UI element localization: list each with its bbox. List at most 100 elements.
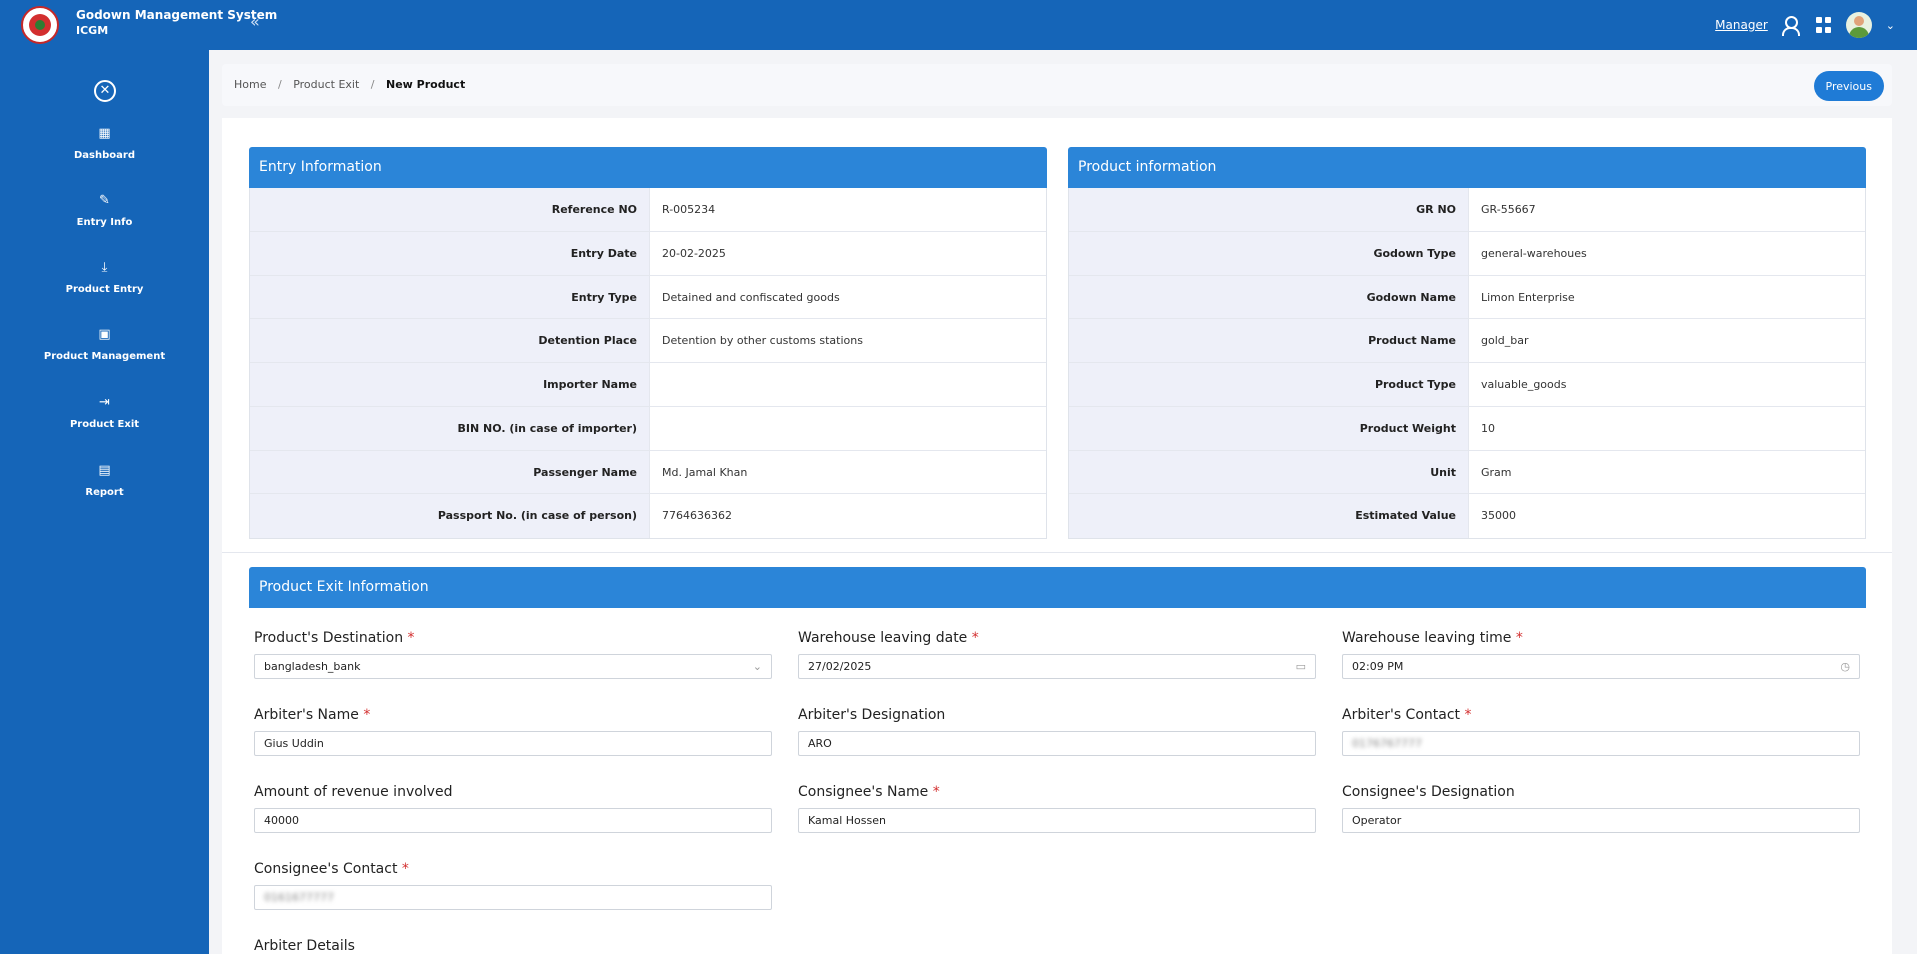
breadcrumb-current: New Product — [386, 78, 466, 91]
consignee-contact-label: Consignee's Contact * — [254, 861, 409, 877]
sidebar-item-product-entry[interactable]: ⤓ Product Entry — [0, 261, 209, 296]
row-value: R-005234 — [662, 203, 716, 216]
table-row: Entry Date 20-02-2025 — [250, 231, 1046, 276]
table-row: Reference NO R-005234 — [250, 188, 1046, 232]
row-value: 7764636362 — [662, 509, 732, 523]
double-chevron-left-icon[interactable]: « — [250, 12, 260, 31]
section-divider — [222, 552, 1892, 553]
consignee-name-input[interactable]: Kamal Hossen — [798, 808, 1316, 833]
row-label: Unit — [1069, 450, 1469, 494]
table-row: Godown Type general-warehoues — [1069, 231, 1865, 276]
leaving-time-input[interactable]: 02:09 PM ◷ — [1342, 654, 1860, 679]
row-label: Entry Date — [250, 231, 650, 275]
consignee-designation-label: Consignee's Designation — [1342, 784, 1515, 800]
table-row: Product Type valuable_goods — [1069, 363, 1865, 407]
row-label: Passenger Name — [250, 450, 650, 494]
row-label: Importer Name — [250, 363, 650, 406]
calendar-icon[interactable]: ▭ — [1296, 655, 1306, 678]
row-label: Product Type — [1069, 363, 1469, 406]
arbiter-name-label: Arbiter's Name * — [254, 707, 371, 723]
table-row: Passport No. (in case of person) 77646363… — [250, 494, 1046, 538]
row-value: Detention by other customs stations — [662, 334, 863, 348]
row-label: Reference NO — [250, 188, 650, 231]
government-logo — [21, 6, 59, 44]
main-panel: Entry Information Reference NO R-005234 En… — [222, 118, 1892, 954]
arbiter-contact-input[interactable]: 0176767777 — [1342, 731, 1860, 756]
row-label: Entry Type — [250, 275, 650, 319]
clock-icon[interactable]: ◷ — [1840, 655, 1850, 678]
sidebar-item-entry-info[interactable]: ✎ Entry Info — [0, 193, 209, 229]
breadcrumb-section[interactable]: Product Exit — [293, 78, 359, 91]
breadcrumb-home[interactable]: Home — [234, 78, 266, 91]
table-row: Importer Name — [250, 363, 1046, 407]
table-row: Unit Gram — [1069, 450, 1865, 495]
table-row: GR NO GR-55667 — [1069, 188, 1865, 232]
row-label: Godown Name — [1069, 275, 1469, 319]
breadcrumb: Home / Product Exit / New Product — [234, 78, 466, 91]
row-value: Md. Jamal Khan — [662, 465, 748, 479]
report-icon: ▤ — [98, 463, 111, 478]
row-value: Detained and confiscated goods — [662, 290, 840, 304]
product-info-table: GR NO GR-55667 Godown Type general-warehoue… — [1068, 188, 1866, 539]
dashboard-icon: ▦ — [98, 126, 111, 141]
arbiter-name-input[interactable]: Gius Uddin — [254, 731, 772, 756]
row-label: BIN NO. (in case of importer) — [250, 406, 650, 450]
sidebar-item-product-management[interactable]: ▣ Product Management — [0, 327, 209, 363]
sidebar-item-report[interactable]: ▤ Report — [0, 463, 209, 499]
table-row: Estimated Value 35000 — [1069, 494, 1865, 538]
row-label: Passport No. (in case of person) — [250, 494, 650, 538]
table-row: Product Weight 10 — [1069, 406, 1865, 451]
leaving-date-label: Warehouse leaving date * — [798, 630, 979, 646]
table-row: Entry Type Detained and confiscated goods — [250, 275, 1046, 320]
arbiter-details-label: Arbiter Details — [254, 938, 355, 954]
apps-grid-icon[interactable] — [1815, 17, 1832, 33]
revenue-input[interactable]: 40000 — [254, 808, 772, 833]
switch-user-icon[interactable] — [1781, 15, 1802, 36]
role-link[interactable]: Manager — [1715, 18, 1768, 32]
row-value: valuable_goods — [1481, 378, 1567, 391]
exit-icon: ⇥ — [99, 395, 110, 410]
previous-button[interactable]: Previous — [1813, 71, 1884, 101]
row-value: Gram — [1481, 465, 1512, 479]
row-label: Product Weight — [1069, 406, 1469, 450]
entry-info-header: Entry Information — [249, 147, 1047, 188]
revenue-label: Amount of revenue involved — [254, 784, 453, 800]
sidebar-item-product-exit[interactable]: ⇥ Product Exit — [0, 395, 209, 431]
consignee-contact-input[interactable]: 0161677777 — [254, 885, 772, 910]
chevron-down-icon[interactable]: ⌄ — [1886, 19, 1895, 32]
top-header: Godown Management System ICGM « Manager … — [0, 0, 1917, 50]
row-value: 35000 — [1481, 509, 1516, 523]
table-row: BIN NO. (in case of importer) — [250, 406, 1046, 451]
arbiter-designation-input[interactable]: ARO — [798, 731, 1316, 756]
chevron-down-icon: ⌄ — [752, 660, 762, 673]
row-label: GR NO — [1069, 188, 1469, 231]
sidebar: ✕ ▦ Dashboard ✎ Entry Info ⤓ Product Ent… — [0, 50, 209, 954]
row-value: 10 — [1481, 421, 1495, 435]
arbiter-contact-label: Arbiter's Contact * — [1342, 707, 1472, 723]
app-subtitle: ICGM — [76, 24, 109, 37]
leaving-date-input[interactable]: 27/02/2025 ▭ — [798, 654, 1316, 679]
row-label: Estimated Value — [1069, 494, 1469, 538]
table-row: Godown Name Limon Enterprise — [1069, 275, 1865, 320]
row-label: Godown Type — [1069, 231, 1469, 275]
table-row: Product Name gold_bar — [1069, 319, 1865, 363]
edit-icon: ✎ — [99, 193, 110, 208]
app-title: Godown Management System — [76, 8, 278, 22]
consignee-designation-input[interactable]: Operator — [1342, 808, 1860, 833]
row-value: 20-02-2025 — [662, 246, 726, 260]
destination-select[interactable]: bangladesh_bank ⌄ — [254, 654, 772, 679]
product-info-header: Product information — [1068, 147, 1866, 188]
avatar[interactable] — [1845, 12, 1872, 38]
row-value: Limon Enterprise — [1481, 290, 1575, 304]
breadcrumb-bar: Home / Product Exit / New Product Previo… — [222, 64, 1892, 106]
close-icon[interactable]: ✕ — [94, 80, 116, 102]
book-icon: ▣ — [98, 327, 111, 342]
row-value — [650, 363, 1046, 406]
table-row: Passenger Name Md. Jamal Khan — [250, 450, 1046, 495]
row-value: gold_bar — [1481, 334, 1529, 348]
row-label: Product Name — [1069, 319, 1469, 362]
row-value — [650, 407, 1046, 450]
entry-info-table: Reference NO R-005234 Entry Date 20-02-2025… — [249, 188, 1047, 539]
leaving-time-label: Warehouse leaving time * — [1342, 630, 1523, 646]
sidebar-item-dashboard[interactable]: ▦ Dashboard — [0, 126, 209, 162]
